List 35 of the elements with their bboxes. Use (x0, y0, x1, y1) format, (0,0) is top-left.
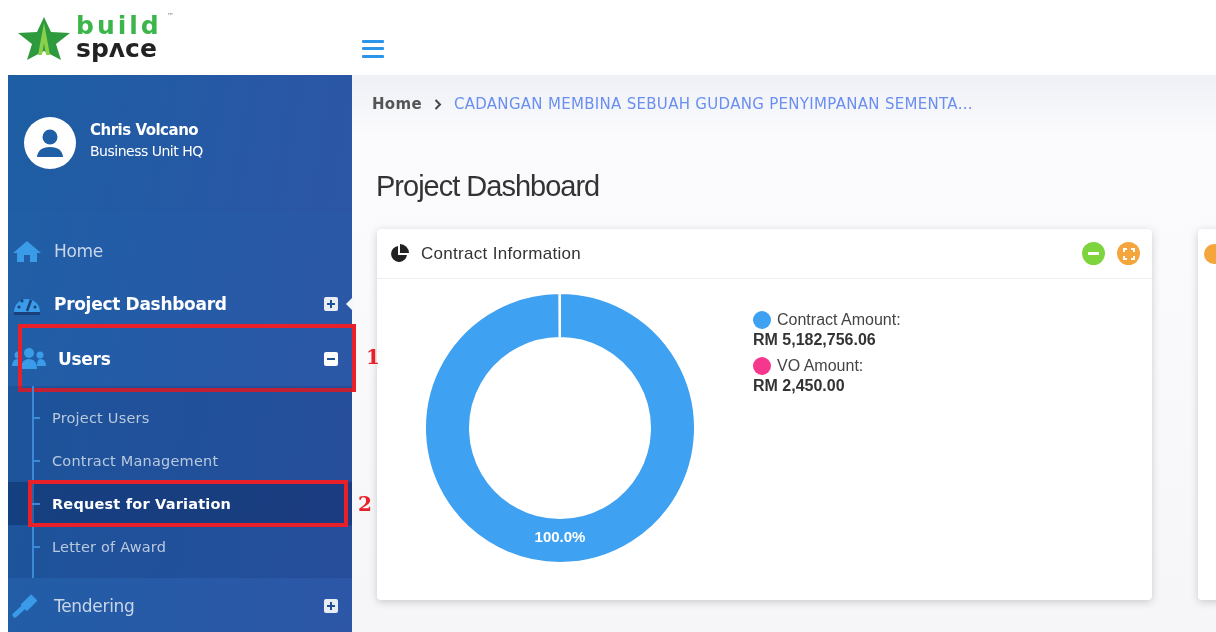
avatar-icon (24, 117, 76, 169)
logo-text: spʌce (76, 37, 158, 60)
legend-value: RM 5,182,756.06 (753, 331, 877, 349)
annotation-number: 1 (366, 345, 380, 369)
menu-button[interactable] (362, 39, 384, 58)
legend-value: RM 2,450.00 (753, 377, 846, 395)
user-name: Chris Volcano (90, 121, 200, 139)
minus-icon (1088, 252, 1099, 255)
chevron-right-icon (433, 98, 442, 110)
submenu-item[interactable]: Contract Management (52, 452, 219, 469)
expand-icon (1122, 247, 1135, 260)
data-label: 100.0% (534, 528, 586, 545)
expand-toggle[interactable] (324, 598, 338, 613)
logo-text: build (76, 15, 162, 38)
submenu-item[interactable]: Letter of Award (52, 538, 167, 555)
plus-icon (326, 600, 336, 611)
plus-icon (326, 298, 336, 309)
nav-item[interactable]: Project Dashboard (12, 291, 324, 316)
legend-label: Contract Amount: (777, 311, 901, 329)
nav-item[interactable]: Home (12, 239, 342, 263)
legend-label: VO Amount: (777, 357, 864, 375)
business-unit: Business Unit HQ (90, 143, 203, 159)
breadcrumb-link[interactable]: Home (372, 95, 422, 113)
submenu-item[interactable]: Project Users (52, 409, 150, 426)
nav-item[interactable]: Tendering (12, 593, 324, 618)
card-title: Contract Information (421, 243, 582, 264)
expand-toggle[interactable] (324, 296, 338, 311)
collapse-toggle[interactable] (324, 351, 338, 366)
home-icon (12, 239, 42, 263)
page-title: Project Dashboard (376, 170, 601, 203)
pie-chart-icon (389, 243, 409, 264)
breadcrumb-link[interactable]: CADANGAN MEMBINA SEBUAH GUDANG PENYIMPANAN SEMENTA... (453, 95, 973, 113)
nav-item[interactable]: Users (12, 346, 324, 371)
users-icon (12, 346, 46, 371)
annotation-number: 2 (358, 492, 372, 516)
